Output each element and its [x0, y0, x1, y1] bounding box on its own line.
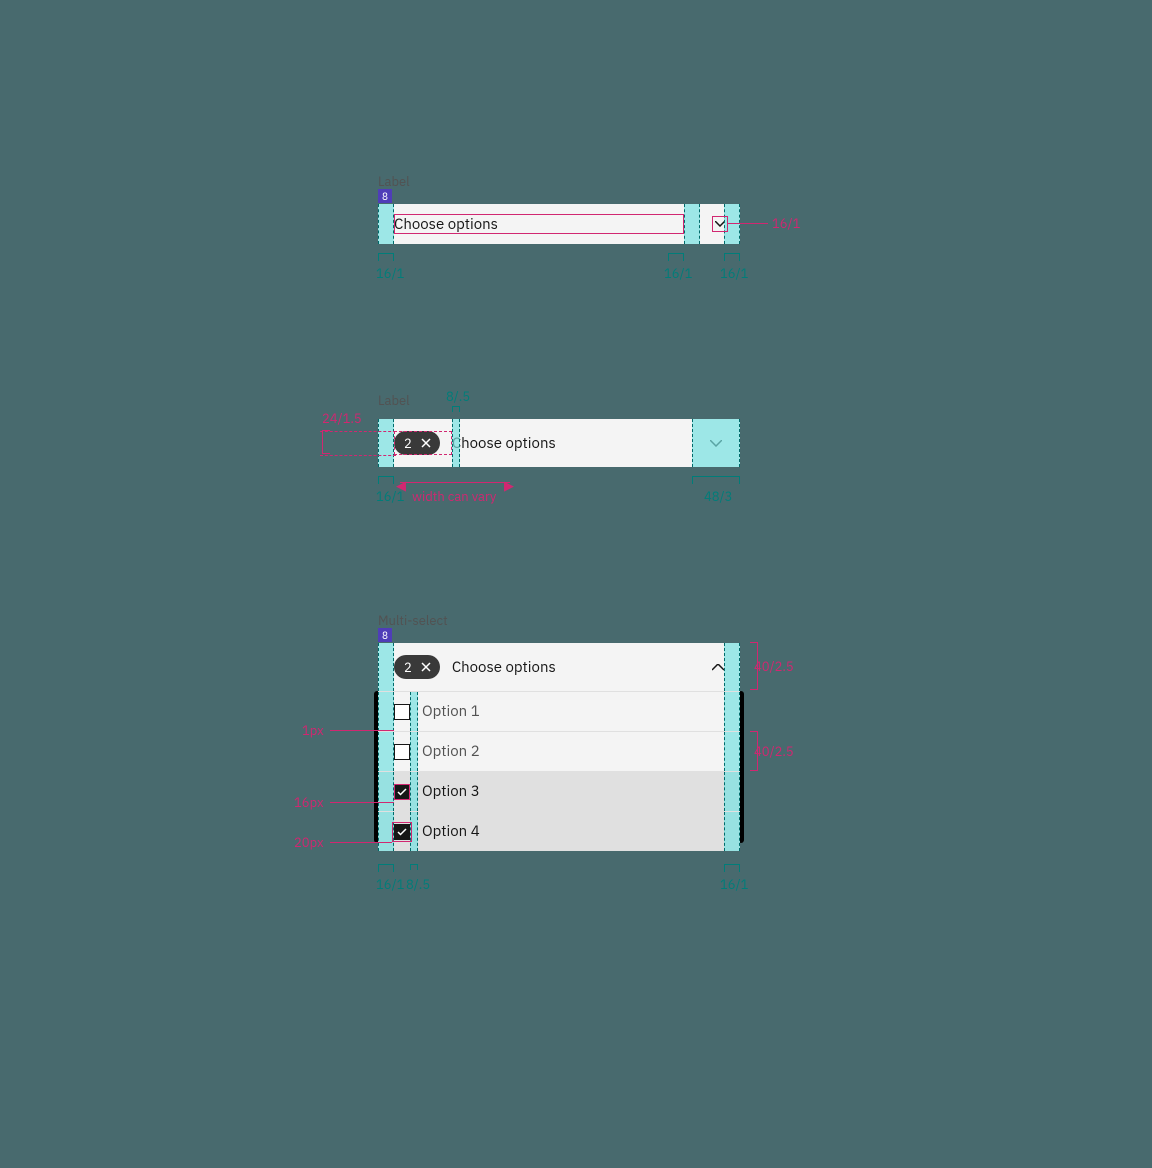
ann-pad-right: 48/3: [704, 488, 732, 505]
tag-count: 2: [404, 435, 412, 452]
option-label: Option 1: [422, 702, 480, 721]
ann-row-h: 40/2.5: [754, 743, 794, 760]
ann-icon-box: 16/1: [772, 215, 800, 232]
checkbox[interactable]: [394, 744, 410, 760]
guide-line: [320, 455, 396, 456]
chevron-up-icon: [712, 664, 724, 671]
checkbox[interactable]: [394, 704, 410, 720]
dropdown-trigger[interactable]: 2 Choose options: [378, 643, 740, 691]
option-label: Option 3: [422, 782, 480, 801]
close-icon[interactable]: [418, 435, 434, 451]
bracket: [410, 864, 418, 870]
bracket: [692, 476, 740, 484]
ann-checkbox-outer: 20px: [294, 834, 324, 851]
spec-closed-dropdown: Label 8 Choose options 16/1 16/1 16/1 16…: [378, 173, 740, 244]
leader-line: [330, 730, 394, 731]
padding-left-overlay: [378, 772, 394, 811]
bracket: [322, 430, 330, 454]
menu-option[interactable]: Option 3: [378, 771, 740, 811]
ann-checkbox: 16px: [294, 794, 324, 811]
padding-right-overlay: [724, 692, 740, 731]
placeholder-text: Choose options: [452, 434, 710, 453]
ann-pad-left: 16/1: [376, 876, 404, 893]
option-label: Option 2: [422, 742, 480, 761]
checkbox[interactable]: [394, 784, 410, 800]
ann-inner-gap: 16/1: [664, 265, 692, 282]
leader-line: [330, 802, 394, 803]
field-label: Label: [378, 392, 740, 409]
gap-badge: 8: [378, 189, 392, 203]
padding-right-overlay: [724, 812, 740, 851]
padding-right-overlay: [692, 419, 740, 467]
bracket: [378, 476, 394, 484]
padding-left-overlay: [378, 419, 394, 467]
ann-tag-height: 24/1.5: [322, 410, 362, 427]
leader-line: [330, 842, 392, 843]
selection-tag[interactable]: 2: [394, 655, 440, 679]
gap-badge: 8: [378, 628, 392, 642]
ann-pad-right: 16/1: [720, 265, 748, 282]
dropdown-trigger[interactable]: Choose options: [378, 204, 740, 244]
padding-left-overlay: [378, 204, 394, 244]
padding-right-overlay: [724, 643, 740, 691]
option-label: Option 4: [422, 822, 480, 841]
bracket: [378, 864, 394, 872]
padding-left-overlay: [378, 643, 394, 691]
menu-option[interactable]: Option 4: [378, 811, 740, 851]
field-label: Multi-select: [378, 612, 740, 629]
padding-left-overlay: [378, 732, 394, 771]
checkbox[interactable]: [394, 824, 410, 840]
selection-tag[interactable]: 2: [394, 431, 440, 455]
guide-line: [320, 431, 396, 432]
bracket: [724, 253, 740, 261]
bracket: [668, 253, 684, 261]
padding-8-overlay: [410, 732, 418, 771]
padding-8-overlay: [410, 812, 418, 851]
placeholder-text: Choose options: [452, 658, 712, 677]
spec-open-menu: Multi-select 8 2 Choose options 40/2.5 O…: [378, 612, 740, 851]
ann-pad-right: 16/1: [720, 876, 748, 893]
spec-dropdown-with-tag: Label 8/.5 2 Choose options 24/1.5 16/1 …: [378, 392, 740, 467]
dropdown-trigger[interactable]: 2 Choose options: [378, 419, 740, 467]
width-arrow: [400, 482, 510, 483]
menu-option[interactable]: Option 1: [378, 691, 740, 731]
field-label: Label: [378, 173, 740, 190]
padding-left-overlay: [378, 692, 394, 731]
tag-count: 2: [404, 659, 412, 676]
padding-8-overlay: [410, 692, 418, 731]
ann-trigger-h: 40/2.5: [754, 658, 794, 675]
ann-width-note: width can vary: [412, 488, 496, 505]
ann-pad-left: 16/1: [376, 265, 404, 282]
padding-left-overlay: [378, 812, 394, 851]
close-icon[interactable]: [418, 659, 434, 675]
dropdown-menu: Option 1 Option 2 Option 3 Option 4: [378, 691, 740, 851]
bracket: [724, 864, 740, 872]
leader-line: [728, 223, 768, 224]
ann-inner-gap: 8/.5: [406, 876, 430, 893]
menu-option[interactable]: Option 2: [378, 731, 740, 771]
padding-inner-overlay: [684, 204, 700, 244]
bracket: [378, 253, 394, 261]
padding-8-overlay: [410, 772, 418, 811]
padding-right-overlay: [724, 732, 740, 771]
padding-right-overlay: [724, 772, 740, 811]
padding-right-overlay: [724, 204, 740, 244]
padding-8-overlay: [452, 419, 460, 467]
placeholder-text: Choose options: [394, 215, 712, 234]
ann-divider: 1px: [302, 722, 324, 739]
